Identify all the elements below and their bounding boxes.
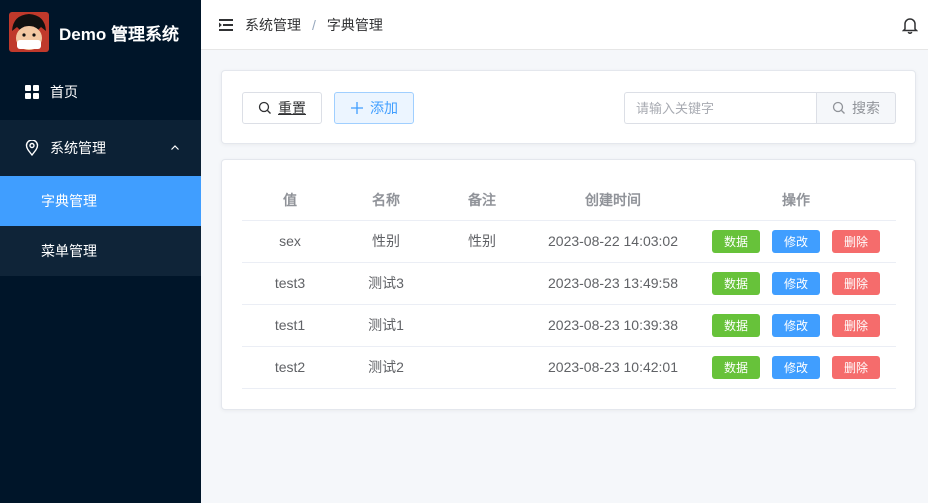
column-header-created: 创建时间 bbox=[530, 180, 696, 221]
table-card: 值 名称 备注 创建时间 操作 sex 性别 性别 2023-08-22 14:… bbox=[221, 159, 916, 410]
submenu-system: 字典管理 菜单管理 bbox=[0, 176, 201, 276]
reset-button[interactable]: 重置 bbox=[242, 92, 322, 124]
grid-icon bbox=[24, 84, 40, 100]
search-icon bbox=[258, 101, 272, 115]
delete-button[interactable]: 删除 bbox=[832, 355, 880, 379]
sidebar-item-dictionary[interactable]: 字典管理 bbox=[0, 176, 201, 226]
sidebar-item-menu[interactable]: 菜单管理 bbox=[0, 226, 201, 276]
cell-name: 测试2 bbox=[338, 346, 434, 389]
search-button[interactable]: 搜索 bbox=[816, 92, 896, 124]
topbar: 系统管理 / 字典管理 bbox=[201, 0, 928, 50]
reset-button-label: 重置 bbox=[278, 100, 306, 116]
cell-created: 2023-08-23 13:49:58 bbox=[530, 262, 696, 305]
edit-button[interactable]: 修改 bbox=[772, 313, 820, 337]
column-header-actions: 操作 bbox=[696, 180, 896, 221]
search-button-label: 搜索 bbox=[852, 100, 880, 116]
add-button-label: 添加 bbox=[370, 100, 398, 116]
dictionary-table: 值 名称 备注 创建时间 操作 sex 性别 性别 2023-08-22 14:… bbox=[242, 180, 896, 389]
sidebar-item-home[interactable]: 首页 bbox=[0, 64, 201, 120]
menu-fold-icon[interactable] bbox=[219, 18, 233, 31]
cell-created: 2023-08-22 14:03:02 bbox=[530, 220, 696, 263]
cell-value: test2 bbox=[242, 346, 338, 389]
sidebar-item-system[interactable]: 系统管理 bbox=[0, 120, 201, 176]
table-header-row: 值 名称 备注 创建时间 操作 bbox=[242, 180, 896, 221]
breadcrumb-item[interactable]: 系统管理 bbox=[245, 15, 301, 35]
edit-button[interactable]: 修改 bbox=[772, 355, 820, 379]
data-button[interactable]: 数据 bbox=[712, 313, 760, 337]
cell-name: 测试1 bbox=[338, 304, 434, 347]
sidebar-item-label: 菜单管理 bbox=[41, 243, 97, 259]
cell-value: test3 bbox=[242, 262, 338, 305]
data-button[interactable]: 数据 bbox=[712, 355, 760, 379]
plus-icon bbox=[350, 101, 364, 115]
table-row: sex 性别 性别 2023-08-22 14:03:02 数据 修改 删除 bbox=[242, 220, 896, 263]
delete-button[interactable]: 删除 bbox=[832, 271, 880, 295]
column-header-name: 名称 bbox=[338, 180, 434, 221]
add-button[interactable]: 添加 bbox=[334, 92, 414, 124]
search-input[interactable] bbox=[624, 92, 816, 124]
breadcrumb-item-current: 字典管理 bbox=[326, 16, 383, 33]
avatar bbox=[9, 12, 49, 52]
cell-created: 2023-08-23 10:42:01 bbox=[530, 346, 696, 389]
table-row: test3 测试3 2023-08-23 13:49:58 数据 修改 删除 bbox=[242, 262, 896, 305]
cell-name: 性别 bbox=[338, 220, 434, 263]
sidebar: Demo 管理系统 首页 系统管理 字典管理 菜单管理 bbox=[0, 0, 201, 503]
breadcrumb: 系统管理 / 字典管理 bbox=[245, 15, 383, 35]
bell-icon[interactable] bbox=[901, 16, 919, 34]
cell-value: test1 bbox=[242, 304, 338, 347]
sidebar-item-label: 系统管理 bbox=[50, 140, 106, 156]
app-title: Demo 管理系统 bbox=[59, 24, 179, 44]
sidebar-item-label: 首页 bbox=[50, 84, 78, 100]
cell-name: 测试3 bbox=[338, 262, 434, 305]
cell-value: sex bbox=[242, 220, 338, 263]
table-row: test1 测试1 2023-08-23 10:39:38 数据 修改 删除 bbox=[242, 304, 896, 347]
cell-note bbox=[434, 346, 530, 389]
sidebar-item-label: 字典管理 bbox=[41, 193, 97, 209]
data-button[interactable]: 数据 bbox=[712, 229, 760, 253]
edit-button[interactable]: 修改 bbox=[772, 229, 820, 253]
column-header-note: 备注 bbox=[434, 180, 530, 221]
cell-note: 性别 bbox=[434, 220, 530, 263]
cell-note bbox=[434, 262, 530, 305]
cell-actions: 数据 修改 删除 bbox=[696, 220, 896, 263]
cell-created: 2023-08-23 10:39:38 bbox=[530, 304, 696, 347]
table-row: test2 测试2 2023-08-23 10:42:01 数据 修改 删除 bbox=[242, 346, 896, 389]
toolbar-card: 重置 添加 搜索 bbox=[221, 70, 916, 144]
brand: Demo 管理系统 bbox=[0, 0, 201, 64]
location-pin-icon bbox=[24, 140, 40, 156]
cell-actions: 数据 修改 删除 bbox=[696, 262, 896, 305]
column-header-value: 值 bbox=[242, 180, 338, 221]
breadcrumb-separator: / bbox=[312, 16, 316, 33]
cell-actions: 数据 修改 删除 bbox=[696, 304, 896, 347]
search-icon bbox=[832, 101, 846, 115]
delete-button[interactable]: 删除 bbox=[832, 229, 880, 253]
data-button[interactable]: 数据 bbox=[712, 271, 760, 295]
edit-button[interactable]: 修改 bbox=[772, 271, 820, 295]
chevron-up-icon bbox=[169, 142, 181, 154]
cell-note bbox=[434, 304, 530, 347]
delete-button[interactable]: 删除 bbox=[832, 313, 880, 337]
cell-actions: 数据 修改 删除 bbox=[696, 346, 896, 389]
